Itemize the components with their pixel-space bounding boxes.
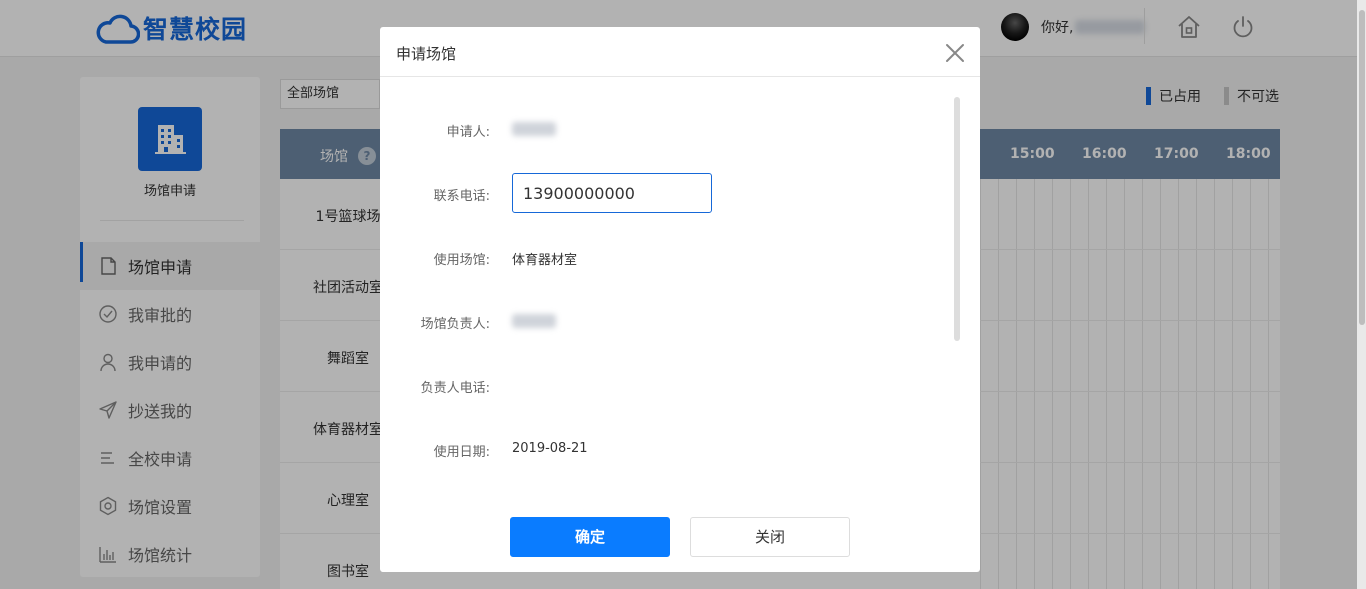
confirm-button[interactable]: 确定 [510, 517, 670, 557]
dialog-title: 申请场馆 [396, 45, 457, 63]
date-value: 2019-08-21 [512, 441, 588, 456]
phone-input[interactable] [512, 173, 712, 213]
close-button[interactable]: 关闭 [690, 517, 850, 557]
apply-venue-dialog: 申请场馆 申请人: 联系电话: 使用场馆: 体育器材室 场馆负责人: 负责人电话… [380, 27, 980, 572]
dialog-scrollbar[interactable] [954, 97, 960, 341]
date-label: 使用日期: [433, 445, 490, 460]
manager-label: 场馆负责人: [420, 317, 490, 332]
venue-value: 体育器材室 [512, 253, 578, 268]
manager-value-redacted [512, 314, 556, 328]
phone-label: 联系电话: [433, 189, 490, 204]
dialog-header: 申请场馆 [380, 27, 980, 77]
manager-phone-label: 负责人电话: [420, 381, 490, 396]
close-icon[interactable] [945, 43, 965, 63]
venue-label: 使用场馆: [433, 253, 490, 268]
page-scrollbar-thumb[interactable] [1359, 10, 1365, 325]
applicant-value-redacted [512, 122, 556, 136]
applicant-label: 申请人: [446, 125, 490, 140]
